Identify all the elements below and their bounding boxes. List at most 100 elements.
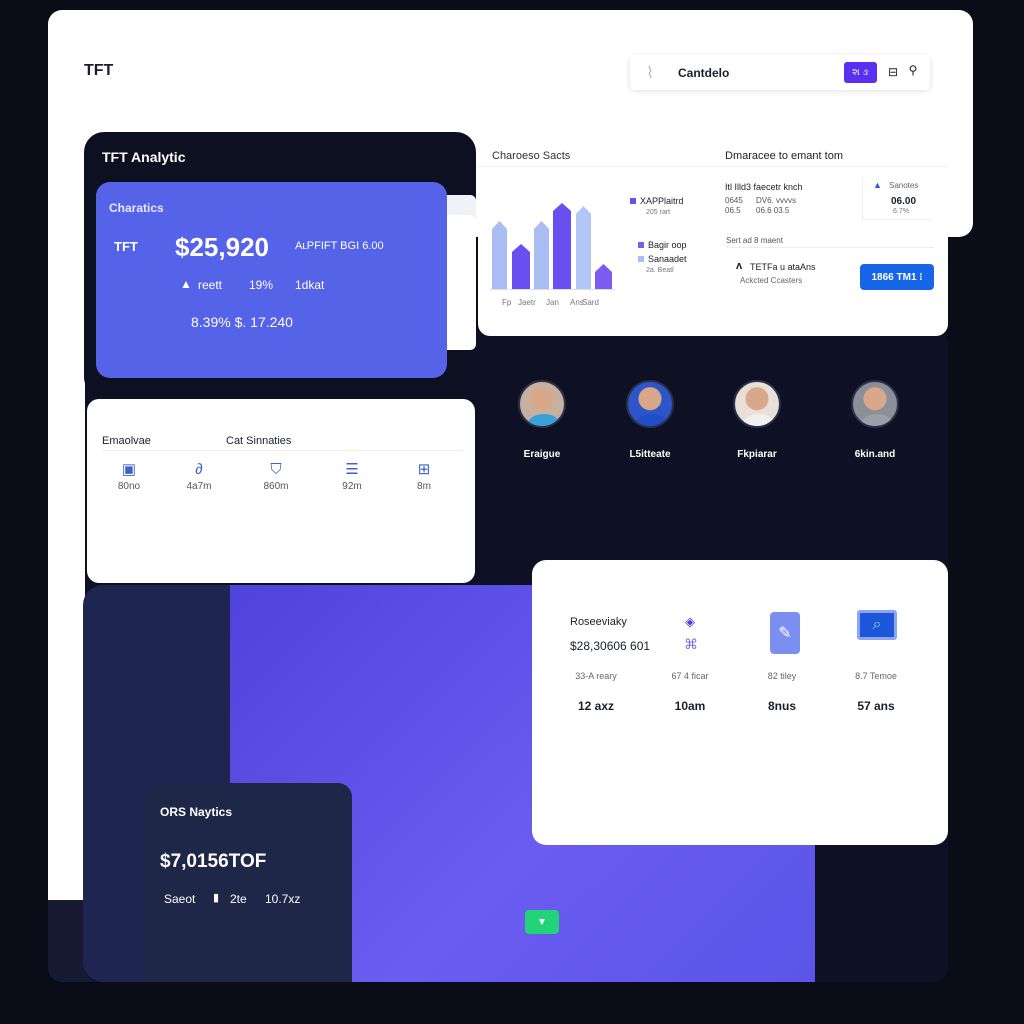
avatar[interactable] [851, 380, 899, 428]
chevron-down-button[interactable]: ▼ [525, 910, 559, 934]
search-input[interactable]: Cantdelo [678, 66, 729, 80]
calendar-icon[interactable]: ⊟ [884, 63, 902, 81]
ops-value: 10.7xz [265, 892, 301, 906]
stats-footer: 8.39% $. 17.240 [191, 314, 293, 330]
person-name: Fkpiarar [737, 449, 777, 460]
resource-card: Roseeviaky $28,30606 601 ◈ ⌘ ✎ ⌕ 33-A re… [532, 560, 948, 845]
blue-action-button[interactable]: 1866 TM1 ⁝ [860, 264, 934, 290]
legend-label: Sanaadet [648, 254, 687, 264]
navy-block-bottom [83, 760, 145, 982]
item-sub: Ackcted Ccasters [740, 276, 803, 285]
avatar[interactable] [626, 380, 674, 428]
bar [576, 206, 591, 289]
item-value: 4a7m [186, 481, 212, 492]
avatar[interactable] [518, 380, 566, 428]
person-name: 6kin.and [854, 449, 896, 460]
link-icon[interactable]: ∂ [189, 459, 209, 479]
tab-categories[interactable]: Cat Sinnaties [226, 435, 291, 447]
compare-row-title: Itl Illd3 faecetr knch [725, 182, 803, 192]
tab-employee[interactable]: Emaolvae [102, 435, 151, 447]
legend-label: XAPPlaitrd [640, 196, 684, 206]
search-bar[interactable]: ⌇ Cantdelo શ ઙ ⊟ ⚲ [630, 55, 930, 90]
chart-card: Charoeso Sacts Dmaracee to emant tom Itl… [478, 136, 948, 336]
col-value: 10am [674, 699, 706, 713]
triangle-icon: ▲ [180, 277, 192, 291]
stats-card-title: Charatics [109, 201, 164, 215]
item-value: 8m [417, 481, 431, 492]
x-tick-label: Jan [546, 298, 559, 307]
resource-title: Roseeviaky [570, 616, 627, 628]
side-label: Sanotes [889, 181, 919, 190]
document-icon[interactable]: ☰ [342, 459, 362, 479]
ops-title: ORS Naytics [160, 805, 233, 819]
side-value: 06.00 [891, 196, 917, 207]
legend-swatch [638, 242, 644, 248]
col-label: 82 tiley [767, 671, 797, 681]
logo-icon: ᴧ [736, 260, 743, 272]
bar [534, 221, 549, 289]
bar-chart [490, 196, 615, 290]
pin-icon[interactable]: ⚲ [904, 61, 922, 79]
legend-sub: 205 rart [646, 209, 671, 216]
action-button[interactable]: શ ઙ [844, 62, 877, 83]
x-tick-label: Fp [502, 298, 512, 307]
col-value: 12 axz [577, 699, 615, 713]
bookmark-icon: ▮ [213, 892, 220, 904]
map-icon[interactable]: ⛉ [266, 459, 286, 479]
compare-title: Dmaracee to emant tom [725, 150, 843, 162]
tag-icon: ⌘ [684, 636, 698, 652]
legend-swatch [630, 198, 636, 204]
x-tick-label: Jaetr [518, 298, 536, 307]
stats-card[interactable]: Charatics TFT $25,920 AʟPFIFT BGI 6.00 ▲… [96, 182, 447, 378]
monitor-icon: ⌕ [857, 610, 897, 640]
paperclip-icon: ⌇ [646, 65, 654, 82]
value: 06.5 [725, 206, 741, 215]
value: DV6. vvvvs [756, 196, 797, 205]
section-label: Sert ad 8 maent [726, 236, 783, 245]
legend-sub: 2a. Beatl [646, 267, 674, 274]
person-name: Eraigue [523, 449, 561, 460]
folder-icon: ✎ [770, 612, 800, 654]
amount: $25,920 [175, 232, 269, 262]
side-sub: 6.7% [893, 208, 909, 215]
item-title: TETFa u ataAns [750, 262, 816, 272]
amount-note: AʟPFIFT BGI 6.00 [295, 240, 384, 252]
chart-title: Charoeso Sacts [492, 150, 571, 162]
bar [553, 203, 571, 289]
bar [595, 264, 612, 289]
legend-label: Bagir oop [648, 240, 687, 250]
legend-swatch [638, 256, 644, 262]
item-value: 860m [263, 481, 289, 492]
value: 06.6 03.5 [756, 206, 790, 215]
sliders-icon[interactable]: ⊞ [414, 459, 434, 479]
person-name: L5itteate [629, 449, 671, 460]
stat: reett [198, 278, 223, 292]
side-stat: ▲ Sanotes 06.00 6.7% [862, 178, 930, 220]
app-logo: TFT [84, 62, 114, 79]
item-value: 92m [342, 481, 362, 492]
ops-value: 2te [230, 892, 247, 906]
col-value: 8nus [767, 699, 796, 713]
bar [512, 244, 530, 289]
col-label: 67 4 ficar [671, 671, 709, 681]
value: 0645 [725, 196, 743, 205]
resource-amount: $28,30606 601 [570, 639, 651, 653]
bar [492, 221, 507, 289]
shield-icon: ◈ [685, 614, 695, 629]
triangle-icon: ▲ [873, 180, 882, 190]
stat: 1dkat [295, 278, 325, 292]
summary-title: TFT Analytic [102, 149, 186, 165]
employee-card: Emaolvae Cat Sinnaties ▣ 80no ∂ 4a7m ⛉ 860m ☰ 9… [87, 399, 475, 583]
ops-card: ORS Naytics $7,0156TOF Saeot ▮ 2te 10.7x… [145, 783, 352, 982]
item-value: 80no [117, 481, 141, 492]
x-tick-label: Sard [582, 298, 599, 307]
ticker: TFT [114, 239, 138, 254]
stat: 19% [249, 278, 274, 292]
col-label: 33-A reary [575, 671, 617, 681]
image-icon[interactable]: ▣ [119, 459, 139, 479]
col-label: 8.7 Temoe [855, 671, 897, 681]
avatar[interactable] [733, 380, 781, 428]
ops-amount: $7,0156TOF [160, 851, 267, 872]
ops-label: Saeot [164, 892, 196, 906]
col-value: 57 ans [857, 699, 895, 713]
